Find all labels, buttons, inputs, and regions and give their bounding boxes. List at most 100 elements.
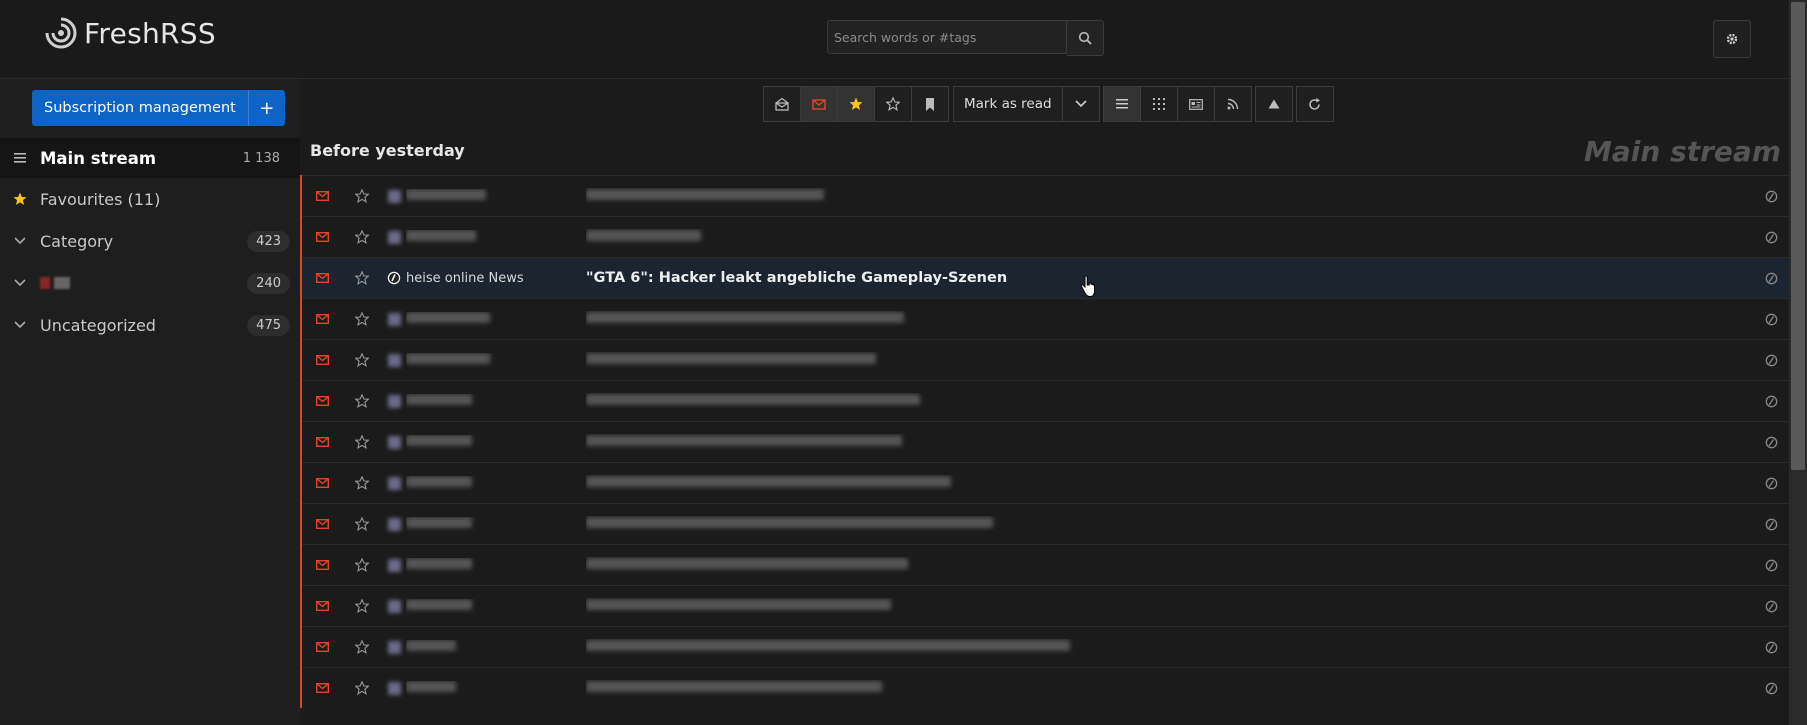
refresh-button[interactable] (1295, 86, 1334, 122)
article-title[interactable]: "GTA 6": Hacker leakt angebliche Gamepla… (586, 270, 1751, 286)
feed-name[interactable] (406, 639, 586, 655)
table-row[interactable] (302, 585, 1791, 626)
article-title[interactable] (586, 229, 1751, 245)
favourite-toggle[interactable] (342, 394, 382, 408)
article-row-highlighted[interactable]: heise online News "GTA 6": Hacker leakt a… (302, 257, 1791, 298)
mark-as-read-dropdown[interactable] (1061, 86, 1100, 122)
feed-name[interactable] (406, 680, 586, 696)
favourite-toggle[interactable] (342, 558, 382, 572)
logo[interactable]: FreshRSS (44, 16, 216, 50)
mark-unread-toggle[interactable] (302, 314, 342, 324)
article-title[interactable] (586, 598, 1751, 614)
scrollbar-thumb[interactable] (1791, 2, 1805, 470)
mark-unread-toggle[interactable] (302, 642, 342, 652)
article-title[interactable] (586, 393, 1751, 409)
feed-name[interactable] (406, 475, 586, 491)
share-button[interactable] (1751, 559, 1791, 572)
sidebar-item-redacted-category[interactable]: 240 (0, 263, 300, 303)
share-button[interactable] (1751, 682, 1791, 695)
table-row[interactable] (302, 503, 1791, 544)
feed-name[interactable] (406, 557, 586, 573)
article-title[interactable] (586, 516, 1751, 532)
chevron-down-icon[interactable] (14, 237, 26, 245)
normal-view-button[interactable] (1102, 86, 1141, 122)
favourite-toggle[interactable] (342, 476, 382, 490)
share-button[interactable] (1751, 600, 1791, 613)
table-row[interactable] (302, 626, 1791, 667)
table-row[interactable] (302, 216, 1791, 257)
feed-name[interactable] (406, 434, 586, 450)
table-row[interactable] (302, 380, 1791, 421)
global-view-button[interactable] (1139, 86, 1178, 122)
share-button[interactable] (1751, 231, 1791, 244)
favourite-toggle[interactable] (342, 271, 382, 285)
filter-unread-button[interactable] (800, 86, 838, 122)
feed-name[interactable] (406, 311, 586, 327)
settings-button[interactable] (1713, 20, 1751, 58)
favourite-toggle[interactable] (342, 517, 382, 531)
filter-not-favourite-button[interactable] (874, 86, 912, 122)
table-row[interactable] (302, 298, 1791, 339)
mark-unread-toggle[interactable] (302, 683, 342, 693)
mark-unread-toggle[interactable] (302, 396, 342, 406)
table-row[interactable] (302, 462, 1791, 503)
article-title[interactable] (586, 188, 1751, 204)
article-title[interactable] (586, 352, 1751, 368)
scrollbar[interactable] (1789, 0, 1807, 725)
sort-order-button[interactable] (1254, 86, 1293, 122)
sidebar-item-favourites[interactable]: Favourites (11) (0, 179, 300, 219)
article-title[interactable] (586, 557, 1751, 573)
share-button[interactable] (1751, 641, 1791, 654)
table-row[interactable] (302, 421, 1791, 462)
favourite-toggle[interactable] (342, 189, 382, 203)
share-button[interactable] (1751, 395, 1791, 408)
rss-feed-button[interactable] (1213, 86, 1252, 122)
table-row[interactable] (302, 339, 1791, 380)
favourite-toggle[interactable] (342, 599, 382, 613)
mark-unread-toggle[interactable] (302, 437, 342, 447)
article-title[interactable] (586, 434, 1751, 450)
mark-unread-toggle[interactable] (302, 478, 342, 488)
mark-unread-toggle[interactable] (302, 191, 342, 201)
search-input[interactable] (827, 20, 1067, 54)
table-row[interactable] (302, 544, 1791, 585)
share-button[interactable] (1751, 477, 1791, 490)
mark-unread-toggle[interactable] (302, 560, 342, 570)
sidebar-item-uncategorized[interactable]: Uncategorized 475 (0, 305, 300, 345)
mark-unread-toggle[interactable] (302, 601, 342, 611)
article-title[interactable] (586, 311, 1751, 327)
mark-unread-toggle[interactable] (302, 273, 342, 283)
filter-favourite-button[interactable] (837, 86, 875, 122)
share-button[interactable] (1751, 354, 1791, 367)
table-row[interactable] (302, 667, 1791, 708)
article-title[interactable] (586, 475, 1751, 491)
sidebar-item-main-stream[interactable]: Main stream 1 138 (0, 138, 300, 178)
mark-unread-toggle[interactable] (302, 355, 342, 365)
search-button[interactable] (1067, 20, 1104, 56)
feed-name[interactable] (406, 516, 586, 532)
chevron-down-icon[interactable] (14, 321, 26, 329)
favourite-toggle[interactable] (342, 353, 382, 367)
favourite-toggle[interactable] (342, 435, 382, 449)
favourite-toggle[interactable] (342, 640, 382, 654)
feed-name[interactable]: heise online News (406, 271, 586, 286)
favourite-toggle[interactable] (342, 681, 382, 695)
share-button[interactable] (1751, 272, 1791, 285)
subscription-management-button[interactable]: Subscription management (32, 90, 248, 126)
filter-read-button[interactable] (763, 86, 801, 122)
filter-bookmark-button[interactable] (911, 86, 949, 122)
feed-name[interactable] (406, 229, 586, 245)
feed-name[interactable] (406, 188, 586, 204)
share-button[interactable] (1751, 518, 1791, 531)
article-title[interactable] (586, 639, 1751, 655)
favourite-toggle[interactable] (342, 230, 382, 244)
share-button[interactable] (1751, 190, 1791, 203)
feed-name[interactable] (406, 352, 586, 368)
table-row[interactable] (302, 175, 1791, 216)
chevron-down-icon[interactable] (14, 279, 26, 287)
add-feed-button[interactable]: + (247, 90, 285, 126)
feed-name[interactable] (406, 393, 586, 409)
share-button[interactable] (1751, 436, 1791, 449)
reader-view-button[interactable] (1176, 86, 1215, 122)
article-title[interactable] (586, 680, 1751, 696)
